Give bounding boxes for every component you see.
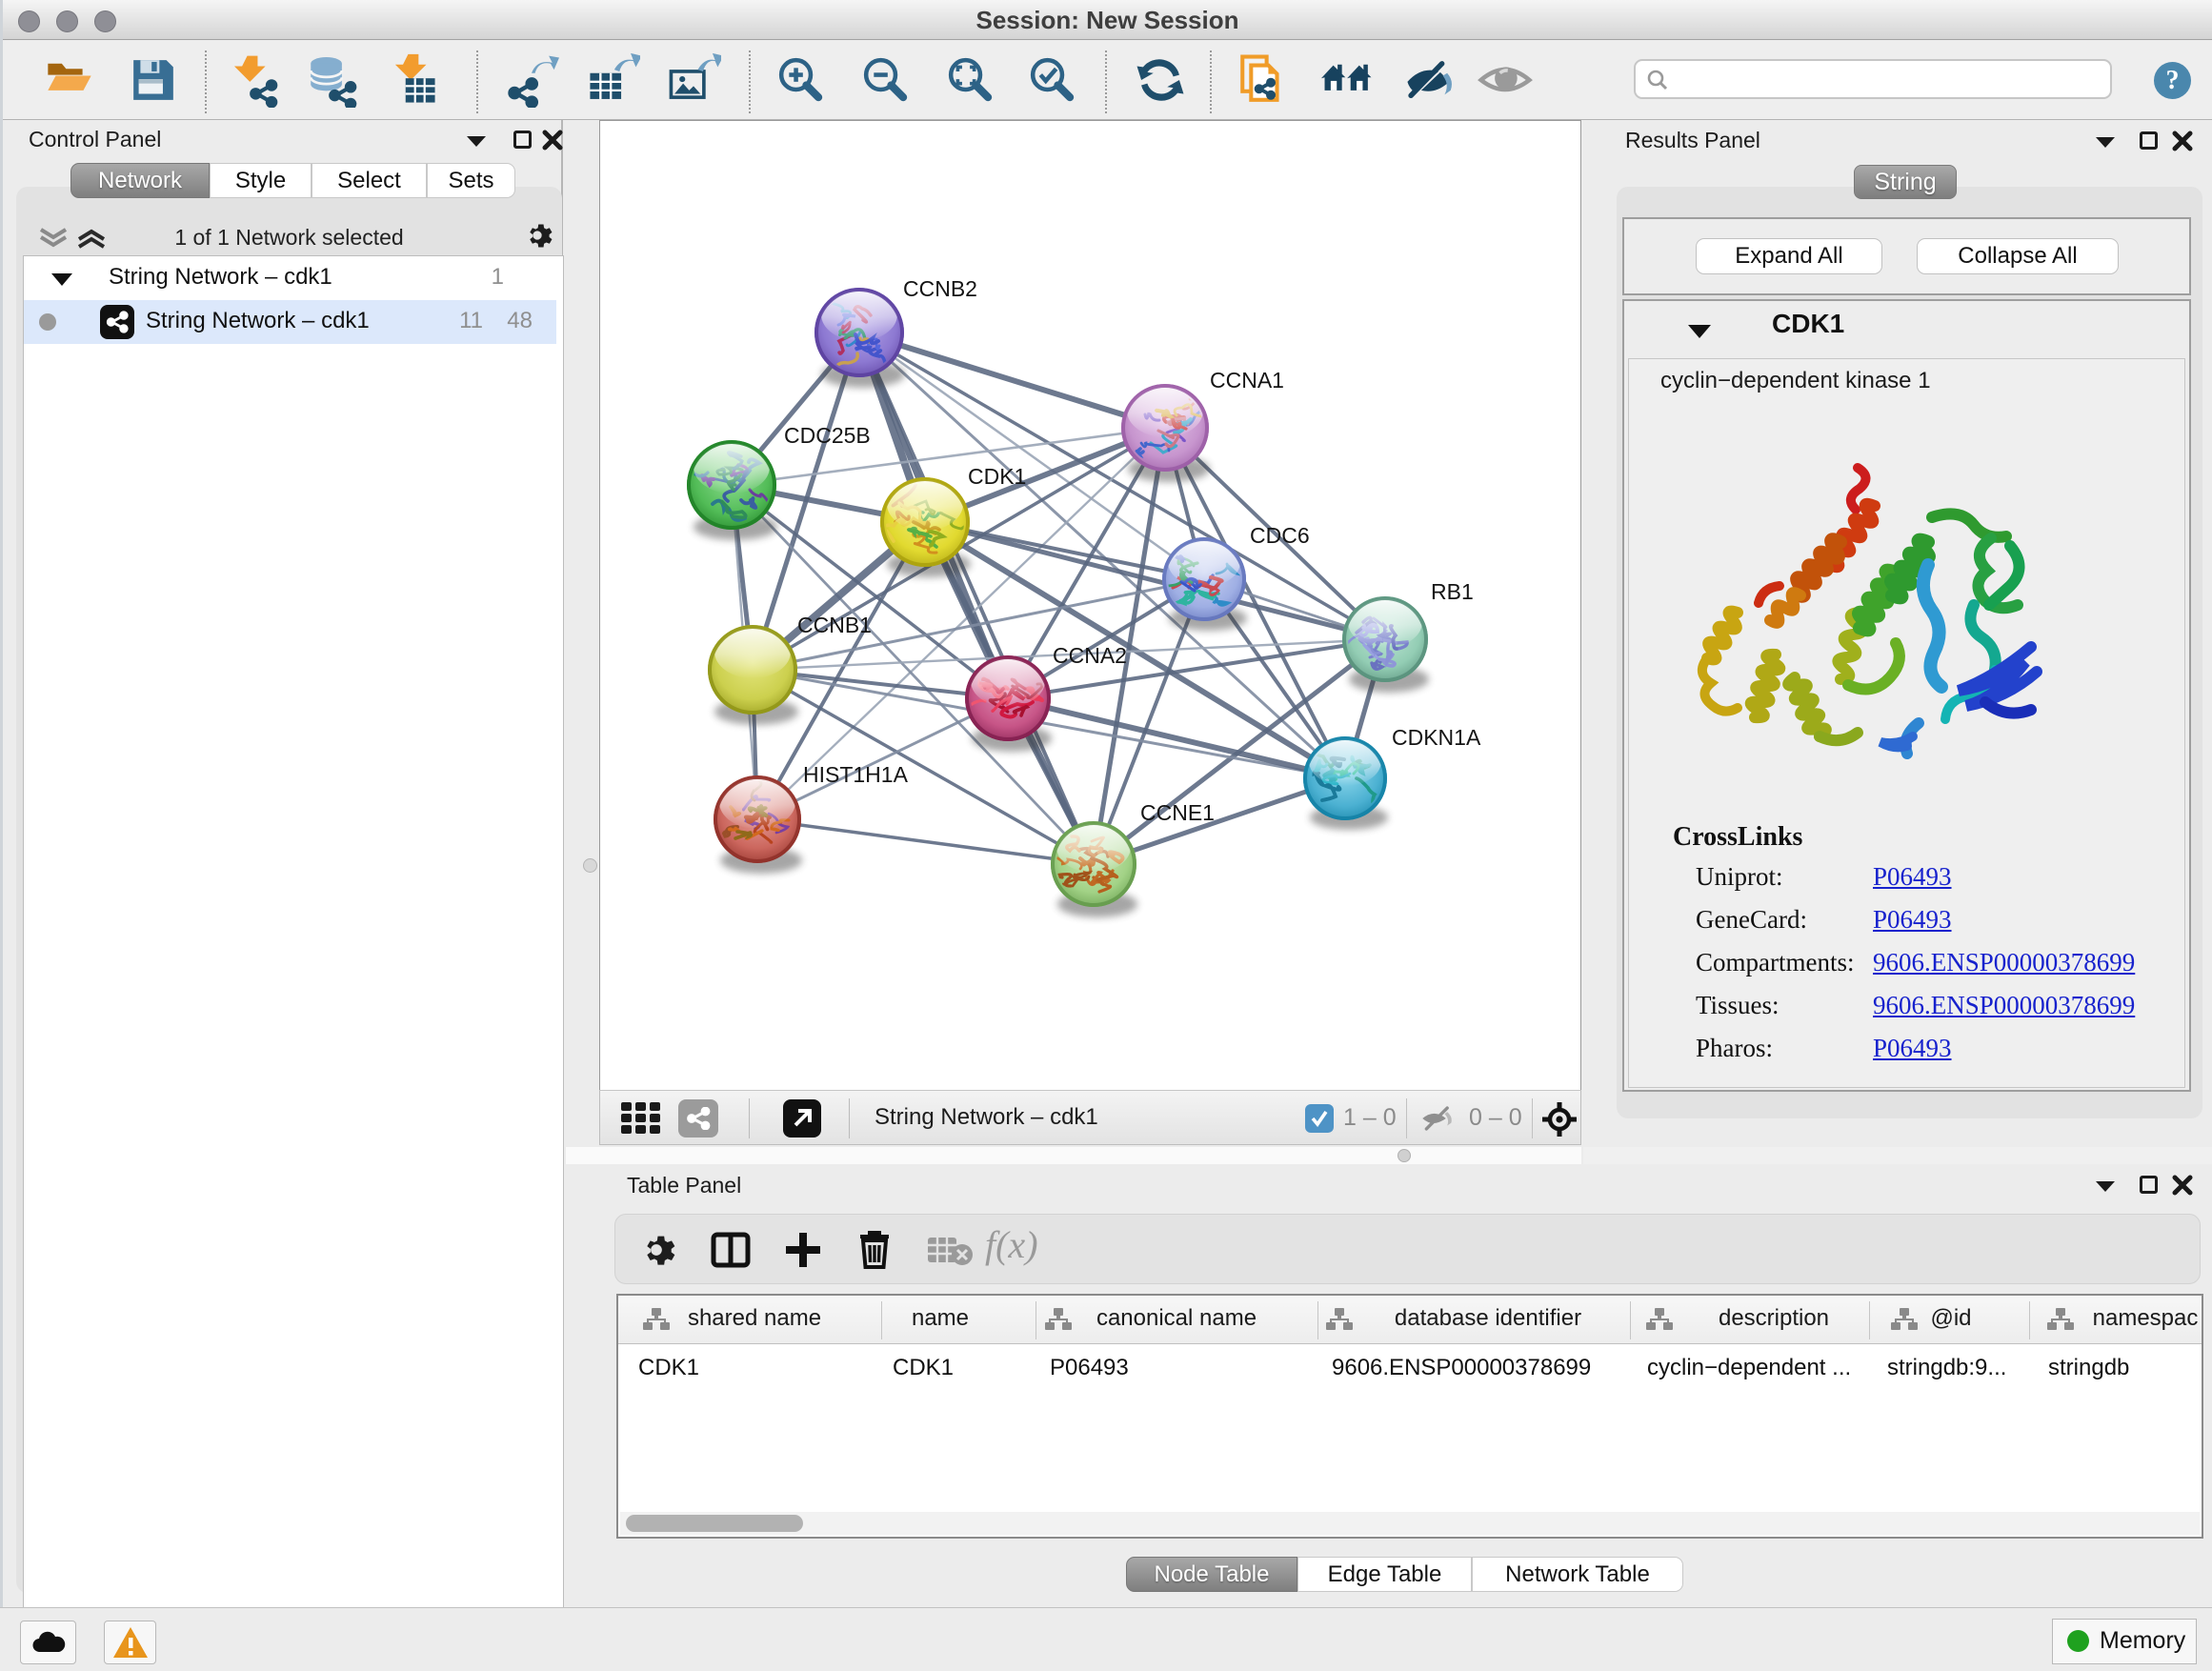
svg-text:RB1: RB1 (1431, 579, 1474, 604)
svg-text:CCNB2: CCNB2 (903, 276, 977, 301)
svg-text:CCNB1: CCNB1 (797, 613, 872, 637)
svg-text:CCNE1: CCNE1 (1140, 800, 1215, 825)
svg-text:CCNA1: CCNA1 (1210, 368, 1284, 393)
svg-text:CDC6: CDC6 (1250, 523, 1310, 548)
svg-text:CCNA2: CCNA2 (1053, 643, 1127, 668)
svg-text:CDKN1A: CDKN1A (1392, 725, 1481, 750)
svg-text:CDC25B: CDC25B (784, 423, 871, 448)
svg-text:HIST1H1A: HIST1H1A (803, 762, 909, 787)
svg-text:CDK1: CDK1 (968, 464, 1026, 489)
